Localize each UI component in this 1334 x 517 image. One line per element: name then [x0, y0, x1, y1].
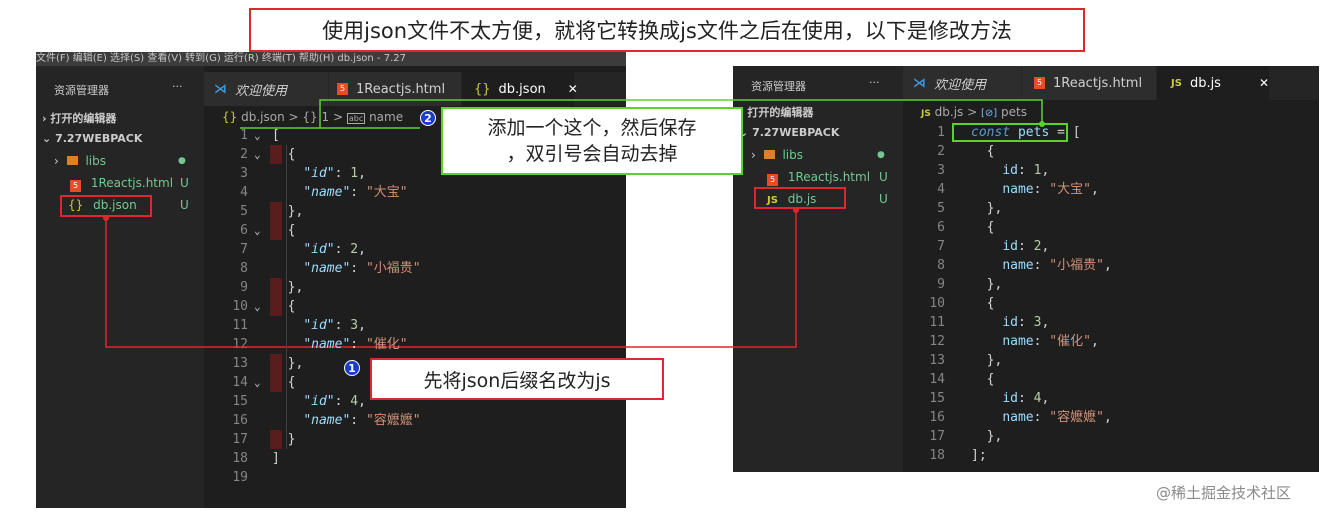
code-line: }, — [272, 202, 622, 221]
property-value: "容嬷嬷" — [365, 413, 421, 428]
property-value: 3 — [350, 318, 359, 333]
colon: : — [334, 166, 351, 181]
code-line: { — [272, 145, 622, 164]
code-line: "id": 1, — [272, 164, 622, 183]
code-line: } — [272, 430, 622, 449]
property-value: "大宝" — [365, 185, 408, 200]
code-line: "name": "小福贵" — [272, 259, 622, 278]
comma: , — [358, 318, 366, 333]
highlight-box-const-pets — [952, 123, 1068, 142]
bracket: { — [287, 375, 296, 390]
code-line: "id": 3, — [272, 316, 622, 335]
property-key: "id" — [303, 166, 335, 181]
code-editor[interactable]: [ { "id": 1, "name": "大宝" }, { "id": 2, … — [270, 126, 622, 487]
bracket: }, — [287, 356, 304, 371]
property-value: 1 — [350, 166, 359, 181]
bracket: } — [287, 432, 296, 447]
bracket: { — [287, 223, 296, 238]
property-key: "id" — [303, 242, 335, 257]
property-key: "name" — [303, 185, 351, 200]
comma: , — [358, 394, 366, 409]
property-key: "name" — [303, 413, 351, 428]
code-line: "name": "催化" — [272, 335, 622, 354]
bracket: ] — [272, 451, 280, 466]
bracket: [ — [272, 128, 280, 143]
colon: : — [334, 318, 351, 333]
colon: : — [350, 261, 366, 276]
colon: : — [334, 242, 351, 257]
bracket: { — [287, 147, 296, 162]
code-line: "name": "大宝" — [272, 183, 622, 202]
code-line: { — [272, 297, 622, 316]
connector-lines — [103, 99, 1045, 348]
colon: : — [350, 185, 366, 200]
code-line: "id": 2, — [272, 240, 622, 259]
property-value: 2 — [350, 242, 359, 257]
step-2-badge: 2 — [420, 110, 436, 126]
property-key: "id" — [303, 318, 335, 333]
comma: , — [358, 242, 366, 257]
property-value: "催化" — [365, 337, 408, 352]
property-key: "id" — [303, 394, 335, 409]
watermark: @稀土掘金技术社区 — [1156, 484, 1292, 502]
indent-guide — [286, 145, 287, 449]
bracket: }, — [287, 280, 304, 295]
colon: : — [350, 337, 366, 352]
colon: : — [334, 394, 351, 409]
code-line: [ — [272, 126, 622, 145]
bracket: { — [287, 299, 296, 314]
code-line: { — [272, 373, 622, 392]
code-line: }, — [272, 278, 622, 297]
code-line: }, — [272, 354, 622, 373]
property-value: 4 — [350, 394, 359, 409]
property-key: "name" — [303, 337, 351, 352]
bracket: }, — [287, 204, 304, 219]
code-line: { — [272, 221, 622, 240]
colon: : — [350, 413, 366, 428]
code-line: "id": 4, — [272, 392, 622, 411]
code-line: "name": "容嬷嬷" — [272, 411, 622, 430]
code-line: ] — [272, 449, 622, 468]
comma: , — [358, 166, 366, 181]
property-value: "小福贵" — [365, 261, 421, 276]
property-key: "name" — [303, 261, 351, 276]
